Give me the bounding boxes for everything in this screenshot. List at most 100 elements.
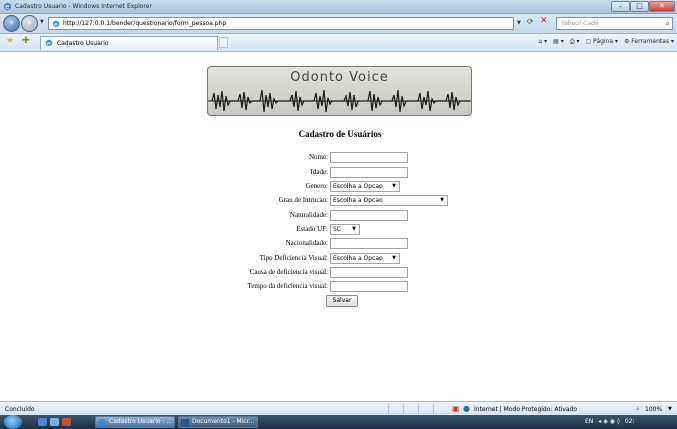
ie-logo-icon: e bbox=[3, 2, 12, 11]
zoom-level[interactable]: 100% bbox=[645, 406, 662, 413]
field-label: Tipo Deficiencia Visual: bbox=[259, 254, 328, 262]
quicklaunch-ie-icon[interactable] bbox=[50, 418, 59, 426]
grau-instrucao-select[interactable]: Escolha a Opcao ▼ bbox=[330, 195, 448, 206]
system-tray: EN ◂ ◈ ◉ ◊ 02: bbox=[585, 418, 635, 425]
select-value: SC bbox=[333, 226, 341, 233]
page-icon: e bbox=[52, 20, 60, 28]
protected-mode-icon[interactable]: ▣ bbox=[452, 404, 460, 413]
security-zone[interactable]: Internet | Modo Protegido: Ativado bbox=[474, 406, 577, 413]
task-label: Documento1 - Micr... bbox=[192, 418, 255, 425]
start-button[interactable] bbox=[4, 415, 22, 429]
feeds-icon[interactable]: ▤ ▾ bbox=[553, 38, 564, 46]
field-label: Tempo da deficiencia visual: bbox=[247, 282, 328, 290]
save-button[interactable]: Salvar bbox=[326, 295, 358, 307]
select-value: Escolha a Opcao bbox=[333, 197, 383, 204]
favorites-star-icon[interactable]: ★ bbox=[6, 36, 14, 46]
url-dropdown-icon[interactable]: ▼ bbox=[517, 20, 521, 26]
field-nacionalidade: Nacionalidade: bbox=[180, 238, 480, 249]
search-input[interactable]: Yahoo! Cadê ⌕ bbox=[556, 17, 673, 30]
close-button[interactable]: ✕ bbox=[649, 1, 675, 12]
search-icon[interactable]: ⌕ bbox=[666, 19, 670, 29]
field-label: Causa de deficiencia visual: bbox=[249, 268, 328, 276]
zoom-icon[interactable]: ⌕ bbox=[636, 405, 640, 414]
tray-icons[interactable]: ◂ ◈ ◉ ◊ bbox=[598, 418, 620, 425]
field-label: Genero: bbox=[305, 182, 328, 190]
task-ie[interactable]: Cadastro Usuario - ... bbox=[95, 416, 175, 428]
tools-menu-label: Ferramentas bbox=[631, 38, 670, 45]
tempo-deficiencia-input[interactable] bbox=[330, 281, 408, 292]
tipo-deficiencia-select[interactable]: Escolha a Opcao ▼ bbox=[330, 253, 400, 264]
page-menu[interactable]: ▢ Página ▾ bbox=[585, 38, 617, 46]
chevron-down-icon: ▼ bbox=[440, 197, 444, 203]
minimize-button[interactable]: – bbox=[611, 1, 630, 12]
field-estado-uf: Estado UF: SC ▼ bbox=[180, 224, 480, 235]
form-title: Cadastro de Usuários bbox=[298, 129, 382, 139]
select-value: Escolha a Opcao bbox=[333, 255, 383, 262]
nacionalidade-input[interactable] bbox=[330, 238, 408, 249]
genero-select[interactable]: Escolha a Opcao ▼ bbox=[330, 181, 400, 192]
search-placeholder: Yahoo! Cadê bbox=[561, 20, 599, 27]
tab-page-icon: e bbox=[45, 39, 53, 47]
status-divider bbox=[433, 404, 447, 414]
status-bar: Concluído ▣ ● Internet | Modo Protegido:… bbox=[0, 401, 677, 415]
word-task-icon bbox=[181, 419, 189, 426]
svg-text:e: e bbox=[47, 39, 51, 47]
field-label: Grau de Intrucao: bbox=[278, 196, 328, 204]
address-toolbar: ‹ › ▼ e http://127.0.0.1/bender/question… bbox=[0, 14, 677, 34]
svg-text:e: e bbox=[54, 20, 58, 28]
field-label: Estado UF: bbox=[296, 225, 328, 233]
sound-wave-icon bbox=[208, 89, 471, 113]
status-text: Concluído bbox=[5, 406, 35, 413]
url-text: http://127.0.0.1/bender/questionario/for… bbox=[63, 20, 227, 27]
command-bar: ★ ✚ e Cadastro Usuario ⌂ ▾ ▤ ▾ ⎙ ▾ ▢ Pág… bbox=[0, 34, 677, 52]
back-button[interactable]: ‹ bbox=[3, 15, 20, 32]
command-items: ⌂ ▾ ▤ ▾ ⎙ ▾ ▢ Página ▾ ⚙ Ferramentas ▾ bbox=[538, 38, 674, 46]
banner-title: Odonto Voice bbox=[290, 70, 389, 85]
taskbar: Cadastro Usuario - ... Documento1 - Micr… bbox=[0, 415, 677, 429]
field-naturalidade: Naturalidade: bbox=[180, 210, 480, 221]
svg-text:e: e bbox=[5, 2, 10, 11]
page-menu-label: Página bbox=[593, 38, 614, 45]
refresh-icon[interactable]: ⟳ bbox=[527, 17, 534, 26]
tools-menu[interactable]: ⚙ Ferramentas ▾ bbox=[624, 38, 674, 46]
chevron-down-icon: ▼ bbox=[392, 183, 396, 189]
print-icon[interactable]: ⎙ ▾ bbox=[570, 38, 580, 46]
maximize-button[interactable]: □ bbox=[630, 1, 649, 12]
field-label: Naturalidade: bbox=[289, 211, 328, 219]
nome-input[interactable] bbox=[330, 152, 408, 163]
quicklaunch-media-icon[interactable] bbox=[62, 418, 71, 426]
estado-uf-select[interactable]: SC ▼ bbox=[330, 224, 360, 235]
language-indicator[interactable]: EN bbox=[585, 418, 593, 425]
field-genero: Genero: Escolha a Opcao ▼ bbox=[180, 181, 480, 192]
field-idade: Idade: bbox=[180, 167, 480, 178]
task-word[interactable]: Documento1 - Micr... bbox=[178, 416, 258, 428]
globe-icon: ● bbox=[463, 404, 470, 413]
stop-icon[interactable]: ✕ bbox=[540, 16, 548, 26]
history-dropdown-icon[interactable]: ▼ bbox=[40, 19, 44, 25]
forward-button[interactable]: › bbox=[21, 15, 38, 32]
causa-deficiencia-input[interactable] bbox=[330, 267, 408, 278]
field-nome: Nome: bbox=[180, 152, 480, 163]
ie-task-icon bbox=[98, 419, 106, 426]
page-content: Odonto Voice Cadastro de Usuários Nome: … bbox=[0, 53, 677, 401]
add-favorites-icon[interactable]: ✚ bbox=[22, 36, 30, 46]
idade-input[interactable] bbox=[330, 167, 408, 178]
naturalidade-input[interactable] bbox=[330, 210, 408, 221]
field-tipo-deficiencia: Tipo Deficiencia Visual: Escolha a Opcao… bbox=[180, 253, 480, 264]
quicklaunch-desktop-icon[interactable] bbox=[38, 418, 47, 426]
banner: Odonto Voice bbox=[207, 66, 472, 116]
address-input[interactable]: e http://127.0.0.1/bender/questionario/f… bbox=[48, 17, 514, 30]
chevron-down-icon: ▼ bbox=[352, 226, 356, 232]
new-tab-button[interactable] bbox=[219, 37, 228, 48]
field-tempo-deficiencia: Tempo da deficiencia visual: bbox=[180, 281, 480, 292]
field-label: Idade: bbox=[310, 168, 329, 176]
status-divider bbox=[418, 404, 432, 414]
zoom-dropdown-icon[interactable]: ▼ bbox=[668, 406, 672, 412]
status-divider bbox=[388, 404, 402, 414]
tab-cadastro-usuario[interactable]: e Cadastro Usuario bbox=[40, 36, 218, 50]
home-icon[interactable]: ⌂ ▾ bbox=[538, 38, 547, 46]
field-label: Nacionalidade: bbox=[285, 239, 328, 247]
chevron-down-icon: ▼ bbox=[392, 255, 396, 261]
clock[interactable]: 02: bbox=[625, 418, 635, 425]
field-grau-instrucao: Grau de Intrucao: Escolha a Opcao ▼ bbox=[180, 195, 480, 206]
